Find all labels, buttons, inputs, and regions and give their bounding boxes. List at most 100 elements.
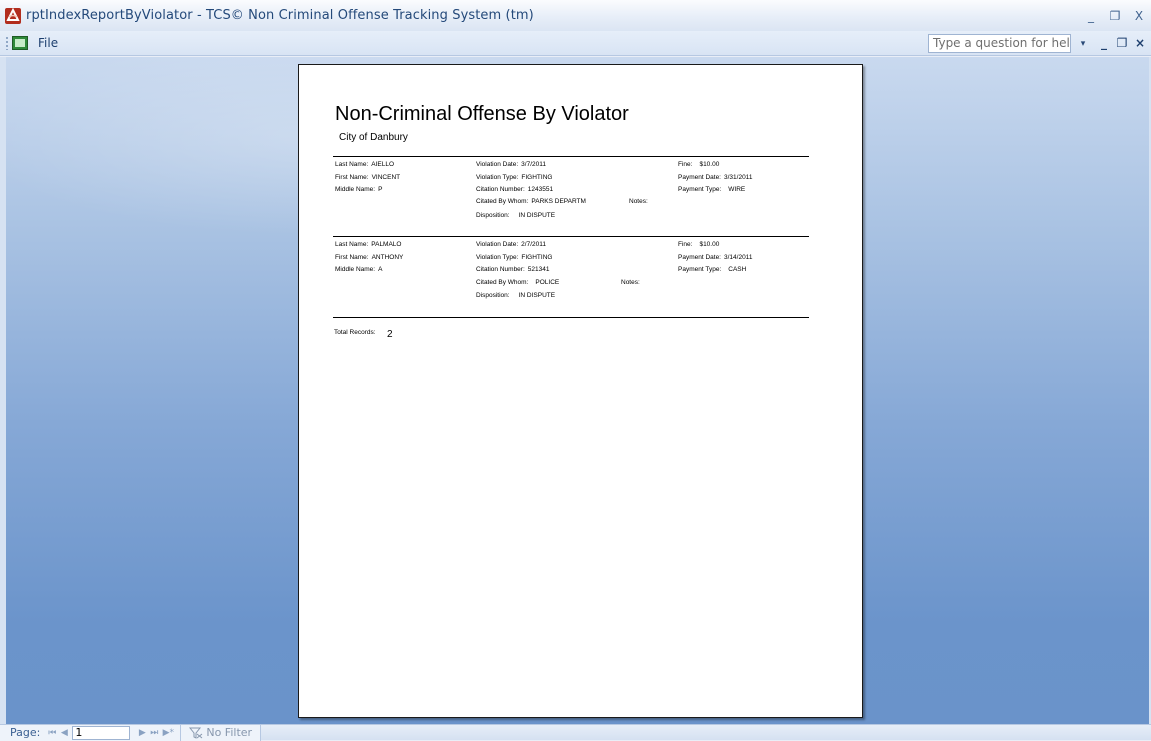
middle-name-field: Middle Name: P [335,186,382,193]
first-name-label: First Name: [335,254,369,261]
payment-type-value: WIRE [728,186,746,193]
disposition-label: Disposition: [476,212,510,219]
window-title: rptIndexReportByViolator - TCS© Non Crim… [26,8,534,23]
first-name-value: VINCENT [371,174,401,181]
menu-file[interactable]: File [34,34,62,52]
toolbar-grip-icon[interactable] [5,36,9,50]
violation-date-field: Violation Date: 3/7/2011 [476,161,546,168]
violation-date-label: Violation Date: [476,241,519,248]
violation-date-field: Violation Date: 2/7/2011 [476,241,546,248]
payment-type-label: Payment Type: [678,266,722,273]
disposition-value: IN DISPUTE [518,212,556,219]
violation-date-label: Violation Date: [476,161,519,168]
payment-type-field: Payment Type: WIRE [678,186,745,193]
payment-date-value: 3/31/2011 [724,174,753,181]
last-name-field: Last Name: AIELLO [335,161,394,168]
citation-number-field: Citation Number: 521341 [476,266,549,273]
notes-label: Notes: [629,198,648,205]
violation-type-value: FIGHTING [521,174,553,181]
payment-date-field: Payment Date: 3/31/2011 [678,174,752,181]
disposition-value: IN DISPUTE [518,292,556,299]
payment-date-value: 3/14/2011 [724,254,753,261]
total-records-label: Total Records: [334,329,376,336]
violation-type-value: FIGHTING [521,254,553,261]
disposition-field: Disposition: IN DISPUTE [476,212,555,219]
middle-name-field: Middle Name: A [335,266,382,273]
disposition-label: Disposition: [476,292,510,299]
fine-value: $10.00 [699,241,720,248]
document-minimize-button[interactable]: _ [1097,35,1111,51]
disposition-field: Disposition: IN DISPUTE [476,292,555,299]
footer-divider [333,317,809,318]
filter-status-text: No Filter [206,726,253,739]
last-name-value: PALMALO [371,241,402,248]
citation-number-field: Citation Number: 1243551 [476,186,553,193]
fine-field: Fine: $10.00 [678,161,719,168]
document-window-controls: _ ❐ × [1097,35,1147,51]
first-name-value: ANTHONY [371,254,404,261]
close-button[interactable]: X [1127,5,1151,27]
payment-type-field: Payment Type: CASH [678,266,746,273]
report-page[interactable]: Non-Criminal Offense By Violator City of… [298,64,863,718]
cited-by-field: Citated By Whom: PARKS DEPARTM [476,198,586,205]
menu-bar: File Type a question for help ▾ _ ❐ × [0,31,1151,56]
document-close-button[interactable]: × [1133,35,1147,51]
title-bar: rptIndexReportByViolator - TCS© Non Crim… [0,0,1151,31]
notes-label: Notes: [621,279,640,286]
last-name-label: Last Name: [335,161,369,168]
violation-type-label: Violation Type: [476,174,519,181]
new-record-icon[interactable]: ▶* [160,728,176,738]
violation-date-value: 2/7/2011 [521,241,546,248]
last-name-label: Last Name: [335,241,369,248]
access-app-icon[interactable] [4,7,22,25]
cited-by-value: PARKS DEPARTM [531,198,586,205]
first-name-field: First Name: VINCENT [335,174,400,181]
page-navigator: Page: ⏮ ◀ 1 ▶ ⏭ ▶* [0,724,182,741]
first-name-field: First Name: ANTHONY [335,254,403,261]
fine-field: Fine: $10.00 [678,241,719,248]
record-navigation-bar: Page: ⏮ ◀ 1 ▶ ⏭ ▶* No Filter [0,724,1151,741]
report-title: Non-Criminal Offense By Violator [335,103,629,125]
fine-label: Fine: [678,161,693,168]
citation-number-label: Citation Number: [476,186,525,193]
previous-page-icon[interactable]: ◀ [58,728,70,738]
last-page-icon[interactable]: ⏭ [148,728,160,738]
record-divider [333,236,809,237]
violation-date-value: 3/7/2011 [521,161,546,168]
last-name-field: Last Name: PALMALO [335,241,401,248]
middle-name-value: P [378,186,383,193]
payment-date-label: Payment Date: [678,254,721,261]
payment-date-field: Payment Date: 3/14/2011 [678,254,752,261]
cited-by-value: POLICE [535,279,560,286]
minimize-button[interactable]: _ [1079,5,1103,27]
next-page-icon[interactable]: ▶ [136,728,148,738]
cited-by-label: Citated By Whom: [476,279,529,286]
filter-toggle[interactable]: No Filter [181,724,262,741]
first-page-icon[interactable]: ⏮ [46,728,58,738]
payment-type-label: Payment Type: [678,186,722,193]
violation-type-label: Violation Type: [476,254,519,261]
cited-by-field: Citated By Whom: POLICE [476,279,559,286]
file-menu-icon [12,36,28,50]
total-records-value: 2 [387,329,393,340]
violation-type-field: Violation Type: FIGHTING [476,254,552,261]
no-filter-icon [189,727,203,739]
payment-type-value: CASH [728,266,747,273]
citation-number-value: 521341 [527,266,550,273]
page-number-input[interactable]: 1 [72,725,131,740]
fine-label: Fine: [678,241,693,248]
middle-name-label: Middle Name: [335,186,376,193]
restore-button[interactable]: ❐ [1103,5,1127,27]
middle-name-label: Middle Name: [335,266,376,273]
middle-name-value: A [378,266,383,273]
help-search-input[interactable]: Type a question for help [928,34,1071,53]
payment-date-label: Payment Date: [678,174,721,181]
first-name-label: First Name: [335,174,369,181]
help-dropdown-icon[interactable]: ▾ [1075,36,1091,51]
fine-value: $10.00 [699,161,720,168]
citation-number-value: 1243551 [527,186,554,193]
header-divider [333,156,809,157]
violation-type-field: Violation Type: FIGHTING [476,174,552,181]
document-restore-button[interactable]: ❐ [1115,35,1129,51]
page-label: Page: [10,726,41,739]
